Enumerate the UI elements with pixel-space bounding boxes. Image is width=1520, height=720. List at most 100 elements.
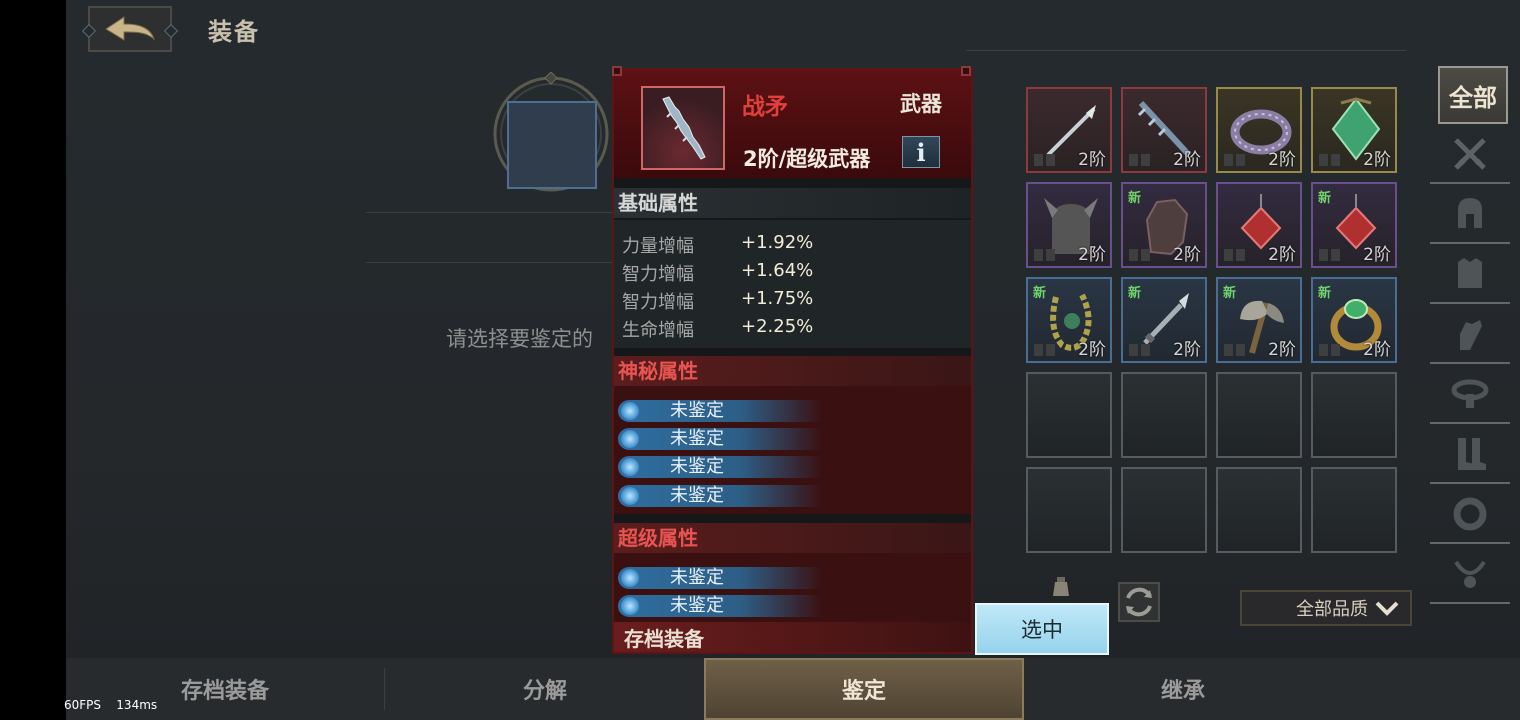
unidentified-line: 未鉴定 <box>618 456 823 478</box>
item-tier-label: 2阶 <box>1078 340 1106 360</box>
stat-name: 生命增幅 <box>622 320 694 341</box>
item-icon <box>641 86 725 170</box>
stat-value: +1.75% <box>741 288 814 309</box>
refresh-sort-icon <box>1126 587 1152 617</box>
socket-dots <box>1034 154 1056 166</box>
socket-dots <box>1319 154 1341 166</box>
socket-dots <box>1319 249 1341 261</box>
gem-icon <box>621 458 639 476</box>
super-attributes-list: 未鉴定 未鉴定 <box>614 553 971 622</box>
unidentified-text: 未鉴定 <box>670 485 724 506</box>
inventory-slot[interactable]: 2阶 <box>1216 87 1302 173</box>
inventory-slot[interactable]: 新 2阶 <box>1121 277 1207 363</box>
inventory-slot[interactable]: 新 2阶 <box>1216 277 1302 363</box>
item-tier-label: 2阶 <box>1173 150 1201 170</box>
back-arrow-icon <box>105 16 156 41</box>
new-badge: 新 <box>1128 286 1142 301</box>
info-button[interactable]: i <box>902 136 940 168</box>
stat-value: +1.64% <box>741 260 814 281</box>
new-badge: 新 <box>1318 286 1332 301</box>
unidentified-line: 未鉴定 <box>618 595 823 617</box>
sort-button[interactable] <box>1118 582 1160 622</box>
stat-name: 智力增幅 <box>622 264 694 285</box>
tab-necklaces[interactable] <box>1430 546 1510 604</box>
empty-inventory-slot[interactable] <box>1026 467 1112 553</box>
archive-equipment-label[interactable]: 存档装备 <box>614 622 971 652</box>
stat-value: +1.92% <box>741 232 814 253</box>
empty-inventory-slot[interactable] <box>1216 467 1302 553</box>
inventory-slot[interactable]: 2阶 <box>1121 87 1207 173</box>
tab-disassemble[interactable]: 分解 <box>386 658 704 720</box>
unidentified-text: 未鉴定 <box>670 428 724 449</box>
unidentified-line: 未鉴定 <box>618 485 823 507</box>
nav-divider <box>384 668 385 710</box>
inventory-slot[interactable]: 新 2阶 <box>1311 182 1397 268</box>
quality-filter-dropdown[interactable]: 全部品质 <box>1240 590 1412 626</box>
tab-all[interactable]: 全部 <box>1438 66 1508 124</box>
new-badge: 新 <box>1223 286 1237 301</box>
back-button[interactable] <box>88 6 172 52</box>
gem-icon <box>621 487 639 505</box>
inventory-slot[interactable]: 2阶 <box>1026 182 1112 268</box>
glove-icon <box>1460 320 1482 350</box>
empty-inventory-slot[interactable] <box>1216 372 1302 458</box>
crossed-swords-icon <box>1454 138 1486 170</box>
stat-name: 智力增幅 <box>622 292 694 313</box>
select-button[interactable]: 选中 <box>975 603 1109 655</box>
spear-icon <box>662 96 706 160</box>
item-tier-label: 2阶 <box>1173 245 1201 265</box>
tab-boots[interactable] <box>1430 426 1510 484</box>
inventory-slot[interactable]: 2阶 <box>1311 87 1397 173</box>
empty-inventory-slot[interactable] <box>1026 372 1112 458</box>
necklace-icon <box>1454 560 1486 588</box>
empty-inventory-slot[interactable] <box>1121 372 1207 458</box>
header-divider <box>966 50 1406 51</box>
empty-inventory-slot[interactable] <box>1121 467 1207 553</box>
tab-armor[interactable] <box>1430 246 1510 304</box>
gem-icon <box>621 569 639 587</box>
tab-gloves[interactable] <box>1430 306 1510 364</box>
socket-dots <box>1224 344 1246 356</box>
super-attributes-title: 超级属性 <box>614 523 971 553</box>
item-tier: 2阶/超级武器 <box>743 147 871 171</box>
new-badge: 新 <box>1128 191 1142 206</box>
unidentified-text: 未鉴定 <box>670 456 724 477</box>
unidentified-text: 未鉴定 <box>670 400 724 421</box>
inventory-slot[interactable]: 新 2阶 <box>1311 277 1397 363</box>
popup-corner <box>612 66 622 76</box>
inventory-slot[interactable]: 新 2阶 <box>1026 277 1112 363</box>
item-tier-label: 2阶 <box>1363 150 1391 170</box>
tab-belts[interactable] <box>1430 366 1510 424</box>
popup-corner <box>961 66 971 76</box>
quality-filter-label: 全部品质 <box>1296 599 1368 620</box>
item-tier-label: 2阶 <box>1173 340 1201 360</box>
item-detail-popup: 战矛 武器 2阶/超级武器 i 基础属性 力量增幅 +1.92% 智力增幅 +1… <box>612 68 973 654</box>
tab-rings[interactable] <box>1430 486 1510 544</box>
stat-name: 力量增幅 <box>622 236 694 257</box>
empty-inventory-slot[interactable] <box>1311 467 1397 553</box>
inventory-slot[interactable]: 2阶 <box>1216 182 1302 268</box>
tab-helmets[interactable] <box>1430 186 1510 244</box>
belt-icon <box>1451 379 1489 408</box>
boots-icon <box>1458 438 1486 470</box>
bag-icon[interactable] <box>1049 574 1073 598</box>
mystic-attributes-list: 未鉴定 未鉴定 未鉴定 未鉴定 <box>614 386 971 514</box>
inventory-slot[interactable]: 新 2阶 <box>1121 182 1207 268</box>
tab-inherit[interactable]: 继承 <box>1024 658 1342 720</box>
empty-inventory-slot[interactable] <box>1311 372 1397 458</box>
tab-identify[interactable]: 鉴定 <box>704 658 1024 720</box>
item-tier-label: 2阶 <box>1363 245 1391 265</box>
socket-dots <box>1034 249 1056 261</box>
unidentified-text: 未鉴定 <box>670 595 724 616</box>
socket-dots <box>1319 344 1341 356</box>
inventory-slot[interactable]: 2阶 <box>1026 87 1112 173</box>
mystic-attributes-title: 神秘属性 <box>614 356 971 386</box>
gem-icon <box>621 402 639 420</box>
base-attributes-list: 力量增幅 +1.92% 智力增幅 +1.64% 智力增幅 +1.75% 生命增幅… <box>614 220 971 348</box>
unidentified-line: 未鉴定 <box>618 428 823 450</box>
chevron-down-icon <box>1375 601 1399 616</box>
new-badge: 新 <box>1033 286 1047 301</box>
tab-weapons[interactable] <box>1430 126 1510 184</box>
item-tier-label: 2阶 <box>1078 245 1106 265</box>
unidentified-line: 未鉴定 <box>618 567 823 589</box>
